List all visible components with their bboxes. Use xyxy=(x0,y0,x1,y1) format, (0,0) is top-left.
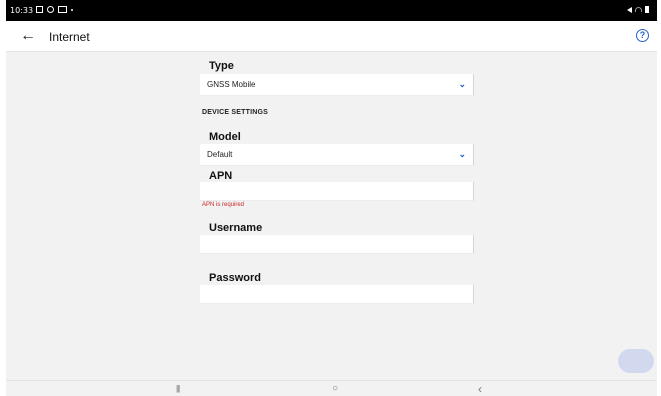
status-time: 10:33 xyxy=(10,6,34,15)
battery-icon xyxy=(645,6,649,13)
settings-icon xyxy=(47,6,54,13)
nav-back-icon[interactable]: ‹ xyxy=(478,383,482,395)
type-label: Type xyxy=(209,60,234,72)
username-label: Username xyxy=(209,222,263,234)
system-nav-bar: ||| ○ ‹ xyxy=(6,380,657,396)
page-title: Internet xyxy=(49,30,90,44)
status-bar: 10:33 xyxy=(6,0,657,21)
save-fab-button[interactable] xyxy=(618,349,654,373)
chevron-down-icon: ⌄ xyxy=(458,79,466,89)
model-label: Model xyxy=(209,131,241,143)
chevron-down-icon: ⌄ xyxy=(458,149,466,159)
model-select-value: Default xyxy=(207,150,233,159)
type-select[interactable]: GNSS Mobile ⌄ xyxy=(200,74,474,96)
back-arrow-icon[interactable]: ← xyxy=(20,27,36,45)
apn-error-text: APN is required xyxy=(202,202,245,208)
password-label: Password xyxy=(209,272,261,284)
password-input[interactable] xyxy=(200,285,474,304)
message-icon xyxy=(36,6,43,13)
apn-input[interactable] xyxy=(200,182,474,201)
apn-label: APN xyxy=(209,170,233,182)
username-input[interactable] xyxy=(200,235,474,254)
home-icon[interactable]: ○ xyxy=(332,383,338,395)
recents-icon[interactable]: ||| xyxy=(176,383,180,395)
type-select-value: GNSS Mobile xyxy=(207,80,256,89)
wifi-icon xyxy=(635,7,642,12)
mute-icon xyxy=(627,6,632,13)
status-right-icons xyxy=(627,6,649,13)
app-bar: ← Internet ? xyxy=(6,21,657,52)
help-icon[interactable]: ? xyxy=(636,29,649,42)
model-select[interactable]: Default ⌄ xyxy=(200,144,474,166)
device-screen: 10:33 ← Internet ? Type GNSS Mobile ⌄ DE… xyxy=(6,0,657,396)
gallery-icon xyxy=(58,6,67,13)
section-title: DEVICE SETTINGS xyxy=(202,109,269,116)
notification-dot-icon xyxy=(71,9,73,11)
